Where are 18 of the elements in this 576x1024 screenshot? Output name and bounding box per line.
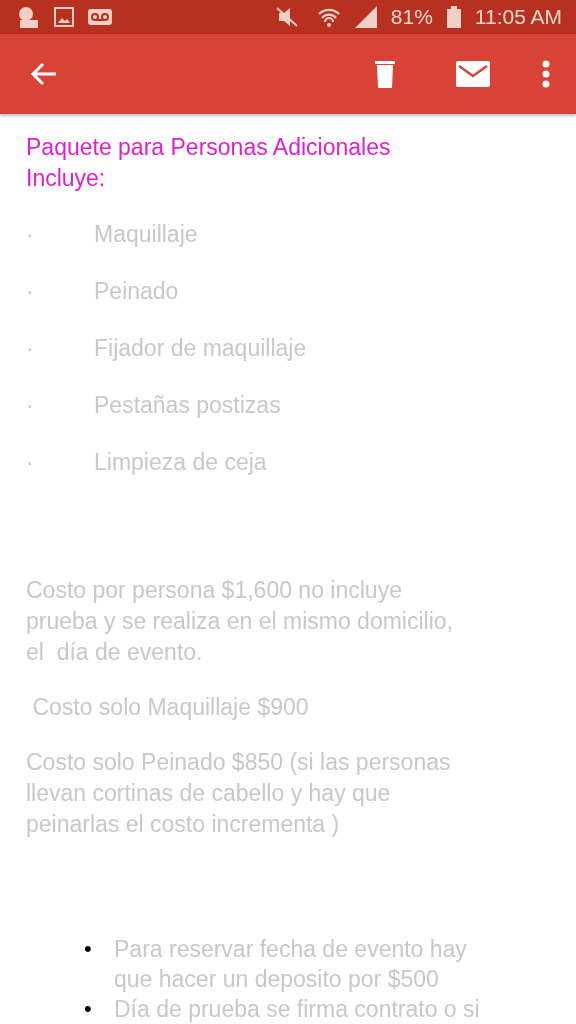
bullet: • — [84, 995, 93, 1023]
signal-icon — [354, 5, 377, 28]
list-marker: · — [26, 278, 35, 305]
list-marker: · — [26, 392, 35, 419]
list-marker: · — [26, 449, 35, 476]
voicemail-icon — [88, 8, 112, 25]
trash-icon — [374, 58, 396, 89]
bullet: • — [84, 935, 93, 963]
back-arrow-icon — [30, 61, 58, 86]
email-heading: Paquete para Personas Adicionales Incluye: — [26, 133, 392, 193]
list-marker: · — [26, 221, 35, 248]
clock: 11:05 AM — [474, 4, 562, 29]
image-icon — [54, 6, 74, 27]
battery-percentage: 81% — [390, 4, 433, 29]
battery-icon — [446, 5, 461, 28]
list-marker: · — [26, 335, 35, 362]
mail-icon — [456, 60, 490, 87]
more-icon — [542, 59, 550, 88]
